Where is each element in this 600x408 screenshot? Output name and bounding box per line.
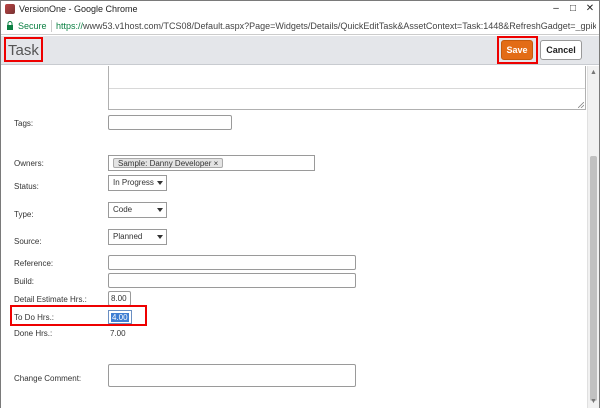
chevron-down-icon xyxy=(157,235,163,239)
textarea-divider xyxy=(109,88,585,89)
change-comment-textarea[interactable] xyxy=(108,364,356,387)
lock-icon xyxy=(7,21,13,30)
source-label: Source: xyxy=(14,237,42,246)
close-icon[interactable]: ✕ xyxy=(583,2,597,15)
build-input[interactable] xyxy=(108,273,356,288)
owners-label: Owners: xyxy=(14,159,44,168)
maximize-icon[interactable]: □ xyxy=(566,2,580,15)
secure-label: Secure xyxy=(18,21,47,31)
scrollbar-thumb[interactable] xyxy=(590,156,597,401)
minimize-icon[interactable]: – xyxy=(549,2,563,15)
detail-estimate-input[interactable]: 8.00 xyxy=(108,291,131,306)
chevron-down-icon xyxy=(157,208,163,212)
address-separator xyxy=(51,20,52,32)
tags-input[interactable] xyxy=(108,115,232,130)
versionone-logo-icon xyxy=(5,4,15,14)
todo-highlight-box xyxy=(10,305,147,326)
owners-input[interactable]: Sample: Danny Developer × xyxy=(108,155,315,171)
owner-chip[interactable]: Sample: Danny Developer × xyxy=(113,158,224,168)
status-select[interactable]: In Progress xyxy=(108,175,167,191)
url-text[interactable]: https://www53.v1host.com/TCS08/Default.a… xyxy=(56,21,596,31)
source-select[interactable]: Planned xyxy=(108,229,167,245)
scroll-down-icon[interactable]: ▼ xyxy=(590,398,597,405)
save-highlight-box xyxy=(497,36,538,64)
reference-label: Reference: xyxy=(14,259,54,268)
url-protocol: https:// xyxy=(56,21,84,31)
scroll-up-icon[interactable]: ▲ xyxy=(590,69,597,76)
detail-estimate-label: Detail Estimate Hrs.: xyxy=(14,295,87,304)
resize-handle-icon[interactable] xyxy=(578,102,584,108)
cancel-button[interactable]: Cancel xyxy=(540,40,582,60)
chevron-down-icon xyxy=(157,181,163,185)
form-area xyxy=(1,66,587,408)
reference-input[interactable] xyxy=(108,255,356,270)
owner-chip-label: Sample: Danny Developer xyxy=(118,159,212,168)
done-label: Done Hrs.: xyxy=(14,329,53,338)
window-title: VersionOne - Google Chrome xyxy=(19,4,138,14)
done-value: 7.00 xyxy=(110,329,126,338)
remove-owner-icon[interactable]: × xyxy=(214,159,219,168)
build-label: Build: xyxy=(14,277,35,286)
title-highlight-box xyxy=(4,37,43,62)
url-path: www53.v1host.com/TCS08/Default.aspx?Page… xyxy=(83,21,596,31)
status-value: In Progress xyxy=(113,178,154,187)
vertical-scrollbar[interactable]: ▲ ▼ xyxy=(587,66,599,408)
source-value: Planned xyxy=(113,232,143,241)
status-label: Status: xyxy=(14,182,39,191)
address-bar[interactable]: Secure https://www53.v1host.com/TCS08/De… xyxy=(1,17,599,35)
tags-label: Tags: xyxy=(14,119,34,128)
title-bar: VersionOne - Google Chrome – □ ✕ xyxy=(1,1,599,17)
type-value: Code xyxy=(113,205,133,214)
type-select[interactable]: Code xyxy=(108,202,167,218)
browser-window: VersionOne - Google Chrome – □ ✕ Secure … xyxy=(0,0,600,408)
description-textarea[interactable] xyxy=(108,66,586,110)
type-label: Type: xyxy=(14,210,34,219)
change-comment-label: Change Comment: xyxy=(14,374,82,383)
